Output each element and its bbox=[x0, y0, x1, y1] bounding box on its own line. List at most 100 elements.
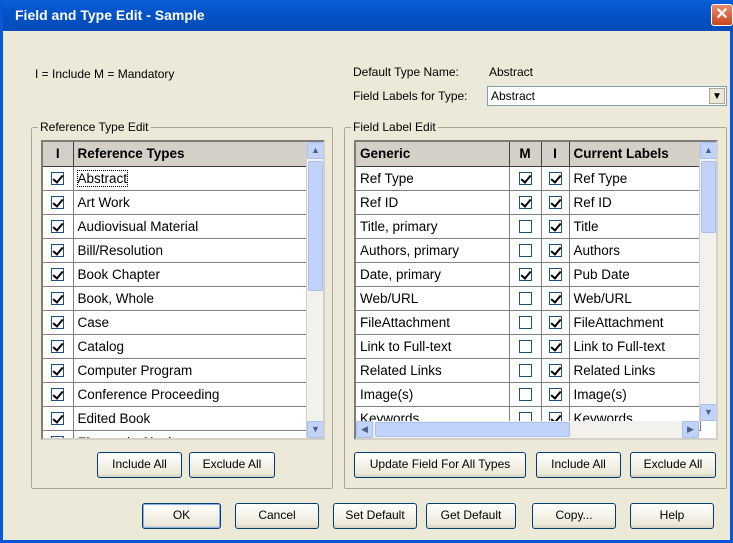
mandatory-checkbox[interactable] bbox=[518, 268, 532, 282]
reference-type-row[interactable]: Computer Program bbox=[43, 358, 308, 383]
include-column-header[interactable]: I bbox=[541, 142, 570, 167]
include-checkbox[interactable] bbox=[51, 172, 65, 186]
include-checkbox[interactable] bbox=[51, 292, 65, 306]
ref-exclude-all-button[interactable]: Exclude All bbox=[189, 452, 275, 478]
mandatory-checkbox[interactable] bbox=[518, 340, 532, 354]
include-checkbox-cell[interactable] bbox=[541, 262, 570, 287]
ok-button[interactable]: OK bbox=[142, 503, 221, 529]
current-label-cell[interactable]: Pub Date bbox=[569, 262, 701, 287]
help-button[interactable]: Help bbox=[630, 503, 714, 529]
mandatory-checkbox-cell[interactable] bbox=[509, 334, 542, 359]
reference-type-name[interactable]: Case bbox=[73, 310, 308, 335]
mandatory-checkbox[interactable] bbox=[518, 244, 532, 258]
field-label-row[interactable]: Web/URL Web/URL bbox=[356, 286, 701, 311]
reference-types-column-header[interactable]: Reference Types bbox=[73, 142, 308, 167]
include-checkbox-cell[interactable] bbox=[541, 166, 570, 191]
scroll-down-icon[interactable]: ▼ bbox=[307, 421, 323, 438]
include-checkbox-cell[interactable] bbox=[541, 358, 570, 383]
current-label-cell[interactable]: Ref ID bbox=[569, 190, 701, 215]
field-labels-hscrollbar[interactable]: ◀ ▶ bbox=[356, 421, 699, 438]
reference-type-row[interactable]: Case bbox=[43, 310, 308, 335]
mandatory-column-header[interactable]: M bbox=[509, 142, 542, 167]
reference-types-scrollbar[interactable]: ▲ ▼ bbox=[306, 142, 323, 438]
cancel-button[interactable]: Cancel bbox=[235, 503, 319, 529]
include-checkbox[interactable] bbox=[548, 340, 562, 354]
include-checkbox-cell[interactable] bbox=[43, 262, 74, 287]
include-checkbox-cell[interactable] bbox=[43, 430, 74, 438]
field-label-row[interactable]: Ref ID Ref ID bbox=[356, 190, 701, 215]
current-label-cell[interactable]: Related Links bbox=[569, 358, 701, 383]
include-checkbox[interactable] bbox=[51, 268, 65, 282]
reference-type-name[interactable]: Book, Whole bbox=[73, 286, 308, 311]
include-checkbox[interactable] bbox=[51, 316, 65, 330]
scroll-thumb[interactable] bbox=[308, 161, 323, 291]
current-label-cell[interactable]: Ref Type bbox=[569, 166, 701, 191]
include-checkbox-cell[interactable] bbox=[541, 382, 570, 407]
include-checkbox[interactable] bbox=[51, 388, 65, 402]
include-checkbox[interactable] bbox=[51, 196, 65, 210]
current-label-cell[interactable]: Authors bbox=[569, 238, 701, 263]
reference-type-row[interactable]: Book, Whole bbox=[43, 286, 308, 311]
mandatory-checkbox[interactable] bbox=[518, 172, 532, 186]
reference-type-name[interactable]: Abstract bbox=[73, 166, 308, 191]
reference-type-name[interactable]: Electronic Citation bbox=[73, 430, 308, 438]
include-checkbox[interactable] bbox=[548, 364, 562, 378]
field-label-row[interactable]: Title, primary Title bbox=[356, 214, 701, 239]
reference-type-row[interactable]: Electronic Citation bbox=[43, 430, 308, 438]
mandatory-checkbox-cell[interactable] bbox=[509, 238, 542, 263]
set-default-button[interactable]: Set Default bbox=[333, 503, 417, 529]
include-checkbox[interactable] bbox=[548, 220, 562, 234]
include-checkbox-cell[interactable] bbox=[541, 286, 570, 311]
current-label-cell[interactable]: Image(s) bbox=[569, 382, 701, 407]
current-label-cell[interactable]: FileAttachment bbox=[569, 310, 701, 335]
field-include-all-button[interactable]: Include All bbox=[536, 452, 621, 478]
field-label-row[interactable]: Date, primary Pub Date bbox=[356, 262, 701, 287]
include-checkbox-cell[interactable] bbox=[541, 310, 570, 335]
field-label-row[interactable]: Image(s) Image(s) bbox=[356, 382, 701, 407]
include-checkbox-cell[interactable] bbox=[43, 358, 74, 383]
reference-type-name[interactable]: Audiovisual Material bbox=[73, 214, 308, 239]
scroll-left-icon[interactable]: ◀ bbox=[356, 421, 373, 438]
field-labels-grid[interactable]: Generic M I Current Labels Ref Type Ref T… bbox=[354, 140, 718, 440]
reference-type-name[interactable]: Art Work bbox=[73, 190, 308, 215]
mandatory-checkbox-cell[interactable] bbox=[509, 358, 542, 383]
reference-type-row[interactable]: Audiovisual Material bbox=[43, 214, 308, 239]
include-checkbox[interactable] bbox=[548, 388, 562, 402]
reference-type-name[interactable]: Computer Program bbox=[73, 358, 308, 383]
reference-type-row[interactable]: Abstract bbox=[43, 166, 308, 191]
chevron-down-icon[interactable]: ▼ bbox=[709, 88, 725, 104]
field-label-row[interactable]: Related Links Related Links bbox=[356, 358, 701, 383]
include-checkbox[interactable] bbox=[51, 340, 65, 354]
reference-type-name[interactable]: Book Chapter bbox=[73, 262, 308, 287]
mandatory-checkbox[interactable] bbox=[518, 364, 532, 378]
reference-type-name[interactable]: Edited Book bbox=[73, 406, 308, 431]
include-checkbox-cell[interactable] bbox=[43, 214, 74, 239]
current-labels-column-header[interactable]: Current Labels bbox=[569, 142, 701, 167]
include-checkbox-cell[interactable] bbox=[541, 238, 570, 263]
title-bar[interactable]: Field and Type Edit - Sample ✕ bbox=[3, 0, 733, 31]
mandatory-checkbox[interactable] bbox=[518, 196, 532, 210]
reference-type-row[interactable]: Book Chapter bbox=[43, 262, 308, 287]
include-checkbox[interactable] bbox=[548, 316, 562, 330]
include-checkbox-cell[interactable] bbox=[541, 214, 570, 239]
mandatory-checkbox-cell[interactable] bbox=[509, 214, 542, 239]
include-checkbox-cell[interactable] bbox=[43, 310, 74, 335]
reference-type-name[interactable]: Catalog bbox=[73, 334, 308, 359]
reference-type-row[interactable]: Edited Book bbox=[43, 406, 308, 431]
include-checkbox[interactable] bbox=[548, 172, 562, 186]
mandatory-checkbox-cell[interactable] bbox=[509, 286, 542, 311]
mandatory-checkbox-cell[interactable] bbox=[509, 310, 542, 335]
include-checkbox-cell[interactable] bbox=[43, 406, 74, 431]
field-label-row[interactable]: Ref Type Ref Type bbox=[356, 166, 701, 191]
mandatory-checkbox-cell[interactable] bbox=[509, 382, 542, 407]
reference-type-row[interactable]: Conference Proceeding bbox=[43, 382, 308, 407]
include-checkbox[interactable] bbox=[548, 292, 562, 306]
mandatory-checkbox-cell[interactable] bbox=[509, 190, 542, 215]
field-labels-vscrollbar[interactable]: ▲ ▼ bbox=[699, 142, 716, 421]
mandatory-checkbox[interactable] bbox=[518, 220, 532, 234]
current-label-cell[interactable]: Title bbox=[569, 214, 701, 239]
include-checkbox[interactable] bbox=[51, 436, 65, 438]
field-labels-dropdown[interactable]: Abstract ▼ bbox=[487, 86, 727, 106]
mandatory-checkbox-cell[interactable] bbox=[509, 262, 542, 287]
include-column-header[interactable]: I bbox=[43, 142, 74, 167]
